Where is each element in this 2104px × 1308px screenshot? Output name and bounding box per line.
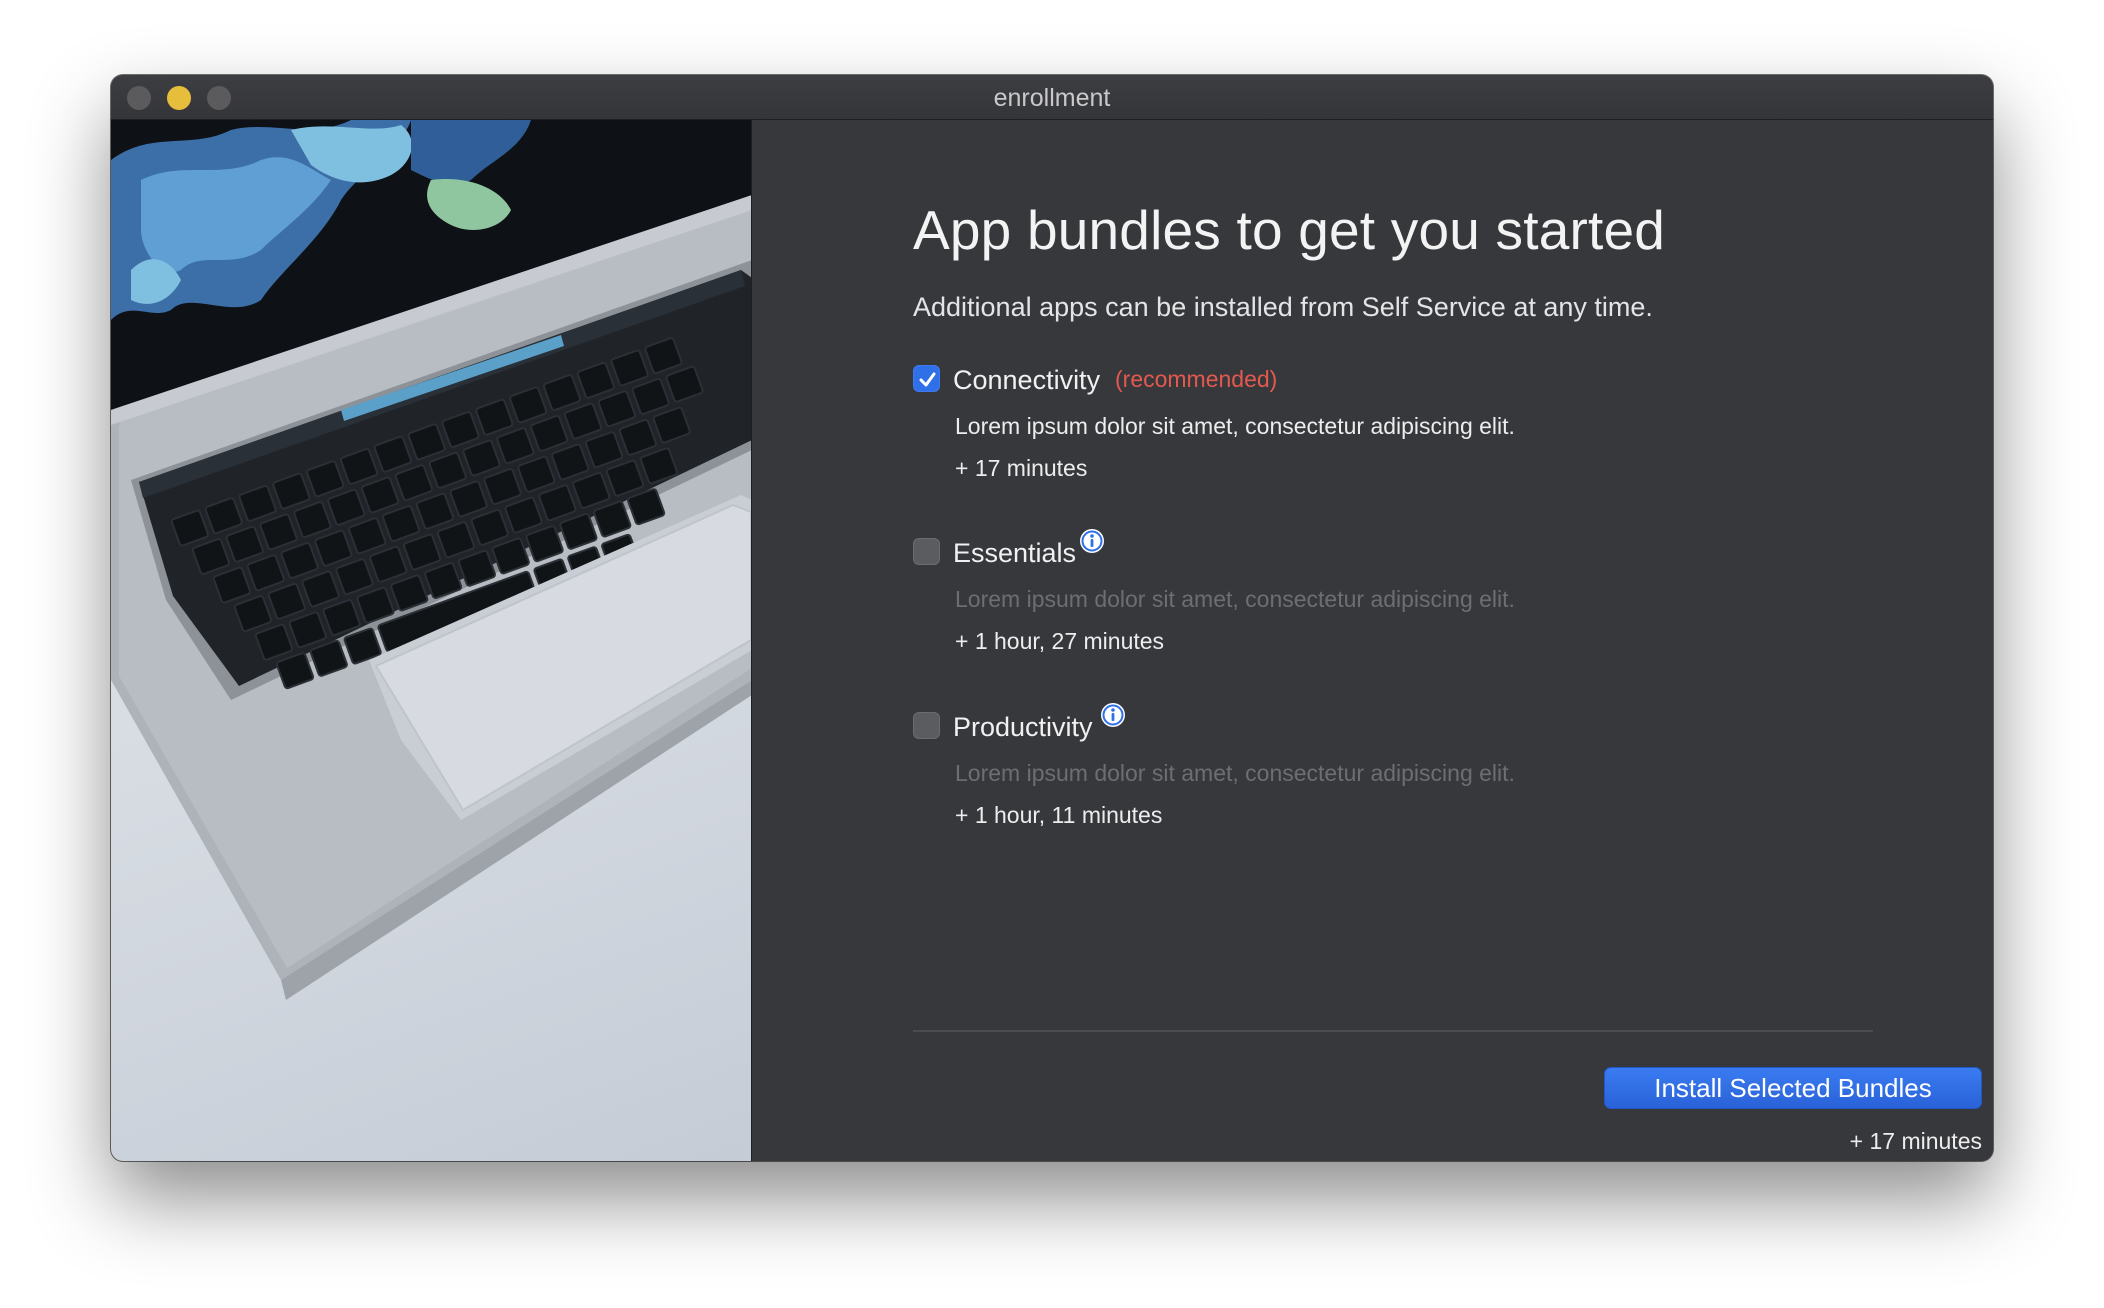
bundle-selection-panel: App bundles to get you started Additiona… bbox=[752, 120, 1993, 1161]
divider bbox=[913, 1030, 1873, 1032]
essentials-checkbox[interactable] bbox=[913, 538, 940, 565]
info-icon[interactable] bbox=[1079, 528, 1105, 554]
laptop-photo bbox=[111, 120, 752, 1161]
bundle-name[interactable]: Essentials bbox=[953, 538, 1076, 569]
total-time: + 17 minutes bbox=[1849, 1128, 1982, 1154]
page-subtitle: Additional apps can be installed from Se… bbox=[913, 292, 1653, 322]
bundle-description: Lorem ipsum dolor sit amet, consectetur … bbox=[955, 413, 1515, 439]
window-title: enrollment bbox=[993, 84, 1111, 112]
recommended-badge: (recommended) bbox=[1115, 366, 1278, 392]
enrollment-window: enrollment App bundles to get you starte… bbox=[111, 75, 1993, 1161]
checkmark-icon bbox=[919, 372, 936, 387]
productivity-checkbox[interactable] bbox=[913, 712, 940, 739]
bundle-name[interactable]: Productivity bbox=[953, 712, 1093, 743]
info-icon[interactable] bbox=[1100, 702, 1126, 728]
install-selected-bundles-button[interactable]: Install Selected Bundles bbox=[1604, 1067, 1982, 1109]
bundle-time: + 1 hour, 11 minutes bbox=[955, 802, 1163, 828]
bundle-description: Lorem ipsum dolor sit amet, consectetur … bbox=[955, 760, 1515, 786]
bundle-time: + 1 hour, 27 minutes bbox=[955, 628, 1165, 654]
page-title: App bundles to get you started bbox=[913, 199, 1666, 261]
bundle-name[interactable]: Connectivity bbox=[953, 365, 1100, 396]
title-bar[interactable]: enrollment bbox=[111, 75, 1993, 120]
bundle-description: Lorem ipsum dolor sit amet, consectetur … bbox=[955, 586, 1515, 612]
connectivity-checkbox[interactable] bbox=[913, 365, 940, 392]
bundle-time: + 17 minutes bbox=[955, 455, 1088, 481]
